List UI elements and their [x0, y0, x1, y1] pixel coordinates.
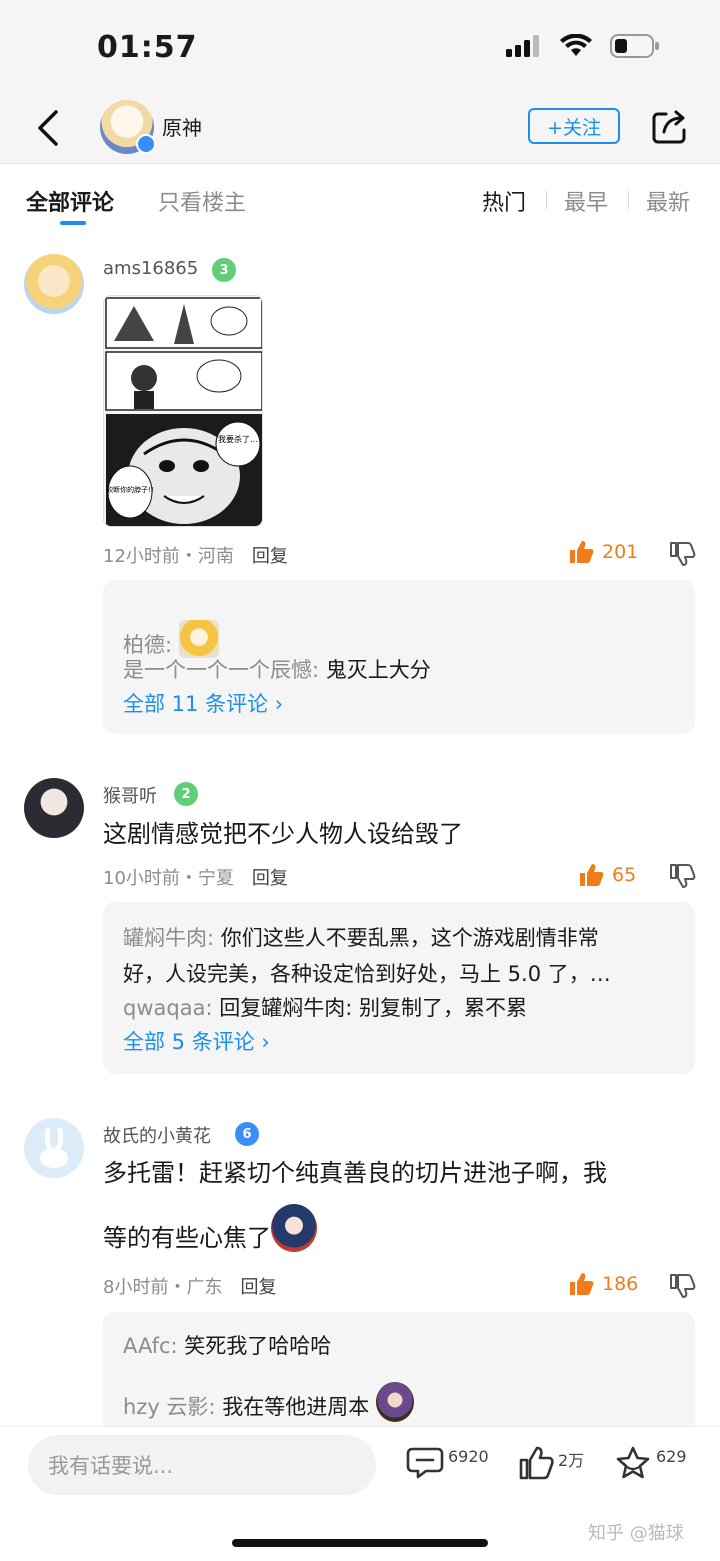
- comment-username[interactable]: ams16865: [103, 258, 198, 279]
- like-button[interactable]: 201: [568, 539, 638, 565]
- favorite-count: 629: [656, 1447, 687, 1466]
- reply-line: 好，人设完美，各种设定恰到好处，马上 5.0 了，…: [123, 958, 611, 988]
- follow-button[interactable]: +关注: [528, 108, 620, 144]
- comments-stat[interactable]: 6920: [406, 1445, 489, 1481]
- view-all-replies-link[interactable]: 全部 11 条评论 ›: [123, 688, 283, 718]
- sort-latest[interactable]: 最新: [646, 185, 690, 217]
- reply-text: 回复罐焖牛肉: 别复制了，累不累: [219, 996, 527, 1020]
- comment-meta: 12小时前・河南 回复: [103, 542, 288, 568]
- like-button[interactable]: 186: [568, 1271, 638, 1297]
- thumbs-up-outline-icon: [519, 1446, 554, 1480]
- thumbs-down-icon[interactable]: [668, 540, 696, 568]
- sort-earliest[interactable]: 最早: [564, 185, 608, 217]
- active-tab-indicator: [60, 221, 86, 225]
- tab-all-comments[interactable]: 全部评论: [26, 185, 114, 217]
- reply-line: AAfc: 笑死我了哈哈哈: [123, 1330, 331, 1360]
- comment-time-location: 10小时前・宁夏: [103, 868, 234, 889]
- sticker-image: [178, 620, 219, 658]
- user-avatar[interactable]: [24, 778, 84, 838]
- manga-speech-1: 我要杀了…: [218, 434, 258, 444]
- reply-text: 鬼灭上大分: [325, 658, 431, 682]
- reply-username[interactable]: 罐焖牛肉:: [123, 926, 214, 950]
- rabbit-icon: [40, 1127, 68, 1168]
- like-count: 186: [602, 1273, 639, 1295]
- reply-button[interactable]: 回复: [252, 546, 288, 567]
- like-count: 201: [602, 541, 639, 563]
- reply-username[interactable]: 是一个一个一个辰憾:: [123, 658, 319, 682]
- battery-icon: [610, 34, 659, 58]
- reply-line: hzy 云影: 我在等他进周本: [123, 1382, 414, 1422]
- status-bar: 01:57: [0, 0, 720, 96]
- thumbs-down-icon[interactable]: [668, 862, 696, 890]
- comment-bubble-icon: [406, 1447, 444, 1479]
- verified-badge-icon: [136, 134, 156, 154]
- star-icon: [616, 1446, 650, 1479]
- reply-line: qwaqaa: 回复罐焖牛肉: 别复制了，累不累: [123, 992, 527, 1022]
- sticker-image: [271, 1204, 317, 1252]
- tab-op-only[interactable]: 只看楼主: [158, 185, 246, 217]
- thumbs-up-icon: [570, 1273, 594, 1295]
- comment-text-line: 多托雷！赶紧切个纯真善良的切片进池子啊，我: [103, 1159, 607, 1187]
- nav-bar: 原神 +关注: [0, 96, 720, 164]
- like-count: 65: [612, 864, 637, 886]
- like-total: 2万: [558, 1451, 585, 1470]
- reply-preview-box[interactable]: 柏德: 是一个一个一个辰憾: 鬼灭上大分 全部 11 条评论 ›: [103, 580, 695, 734]
- status-time: 01:57: [97, 30, 198, 65]
- thumbs-up-icon: [580, 864, 604, 886]
- comment-time-location: 12小时前・河南: [103, 546, 234, 567]
- comment-meta: 8小时前・广东 回复: [103, 1273, 276, 1299]
- wifi-icon: [560, 34, 592, 56]
- reply-username[interactable]: AAfc:: [123, 1334, 178, 1358]
- reply-text: 好，人设完美，各种设定恰到好处，马上 5.0 了，…: [123, 962, 611, 986]
- comment-image[interactable]: 我要杀了… 砍断你的脖子!!: [103, 295, 263, 527]
- comment-text-line: 等的有些心焦了: [103, 1204, 683, 1269]
- signal-icon: [506, 35, 539, 57]
- circle-title[interactable]: 原神: [162, 112, 202, 141]
- user-avatar[interactable]: [24, 1118, 84, 1178]
- bottom-bar: 我有话要说... 6920 2万 629 知乎 @猫球: [0, 1426, 720, 1561]
- reply-line: 是一个一个一个辰憾: 鬼灭上大分: [123, 654, 431, 684]
- reply-text: 笑死我了哈哈哈: [184, 1334, 332, 1358]
- home-indicator: [232, 1539, 488, 1547]
- thumbs-up-icon: [570, 541, 594, 563]
- reply-button[interactable]: 回复: [240, 1277, 276, 1298]
- sort-hot[interactable]: 热门: [482, 185, 526, 217]
- level-badge: 3: [212, 258, 236, 282]
- share-icon[interactable]: [650, 108, 688, 146]
- reply-text: 你们这些人不要乱黑，这个游戏剧情非常: [220, 926, 599, 950]
- circle-avatar[interactable]: [100, 100, 156, 154]
- comment-time-location: 8小时前・广东: [103, 1277, 223, 1298]
- reply-preview-box[interactable]: 罐焖牛肉: 你们这些人不要乱黑，这个游戏剧情非常 好，人设完美，各种设定恰到好处…: [103, 902, 695, 1074]
- comment-count: 6920: [448, 1447, 489, 1466]
- reply-button[interactable]: 回复: [252, 868, 288, 889]
- likes-stat[interactable]: 2万: [518, 1445, 584, 1481]
- manga-speech-2: 砍断你的脖子!!: [106, 485, 154, 494]
- comment-input[interactable]: 我有话要说...: [28, 1435, 376, 1495]
- watermark: 知乎 @猫球: [588, 1523, 684, 1544]
- thumbs-down-icon[interactable]: [668, 1272, 696, 1300]
- comment-tabs: 全部评论 只看楼主 热门 最早 最新: [0, 165, 720, 229]
- back-icon[interactable]: [32, 108, 66, 148]
- reply-text: 我在等他进周本: [222, 1395, 370, 1419]
- user-avatar[interactable]: [24, 254, 84, 314]
- reply-line: 罐焖牛肉: 你们这些人不要乱黑，这个游戏剧情非常: [123, 922, 599, 952]
- like-button[interactable]: 65: [578, 862, 636, 888]
- sticker-image: [375, 1382, 414, 1422]
- sort-divider: [628, 191, 629, 209]
- comment-text: 多托雷！赶紧切个纯真善良的切片进池子啊，我 等的有些心焦了: [103, 1142, 683, 1269]
- comment-text: 这剧情感觉把不少人物人设给毁了: [103, 820, 463, 848]
- favorites-stat[interactable]: 629: [614, 1445, 687, 1481]
- reply-username[interactable]: qwaqaa:: [123, 996, 213, 1020]
- view-all-replies-link[interactable]: 全部 5 条评论 ›: [123, 1026, 270, 1056]
- sort-divider: [546, 191, 547, 209]
- reply-username[interactable]: hzy 云影:: [123, 1395, 216, 1419]
- comment-meta: 10小时前・宁夏 回复: [103, 864, 288, 890]
